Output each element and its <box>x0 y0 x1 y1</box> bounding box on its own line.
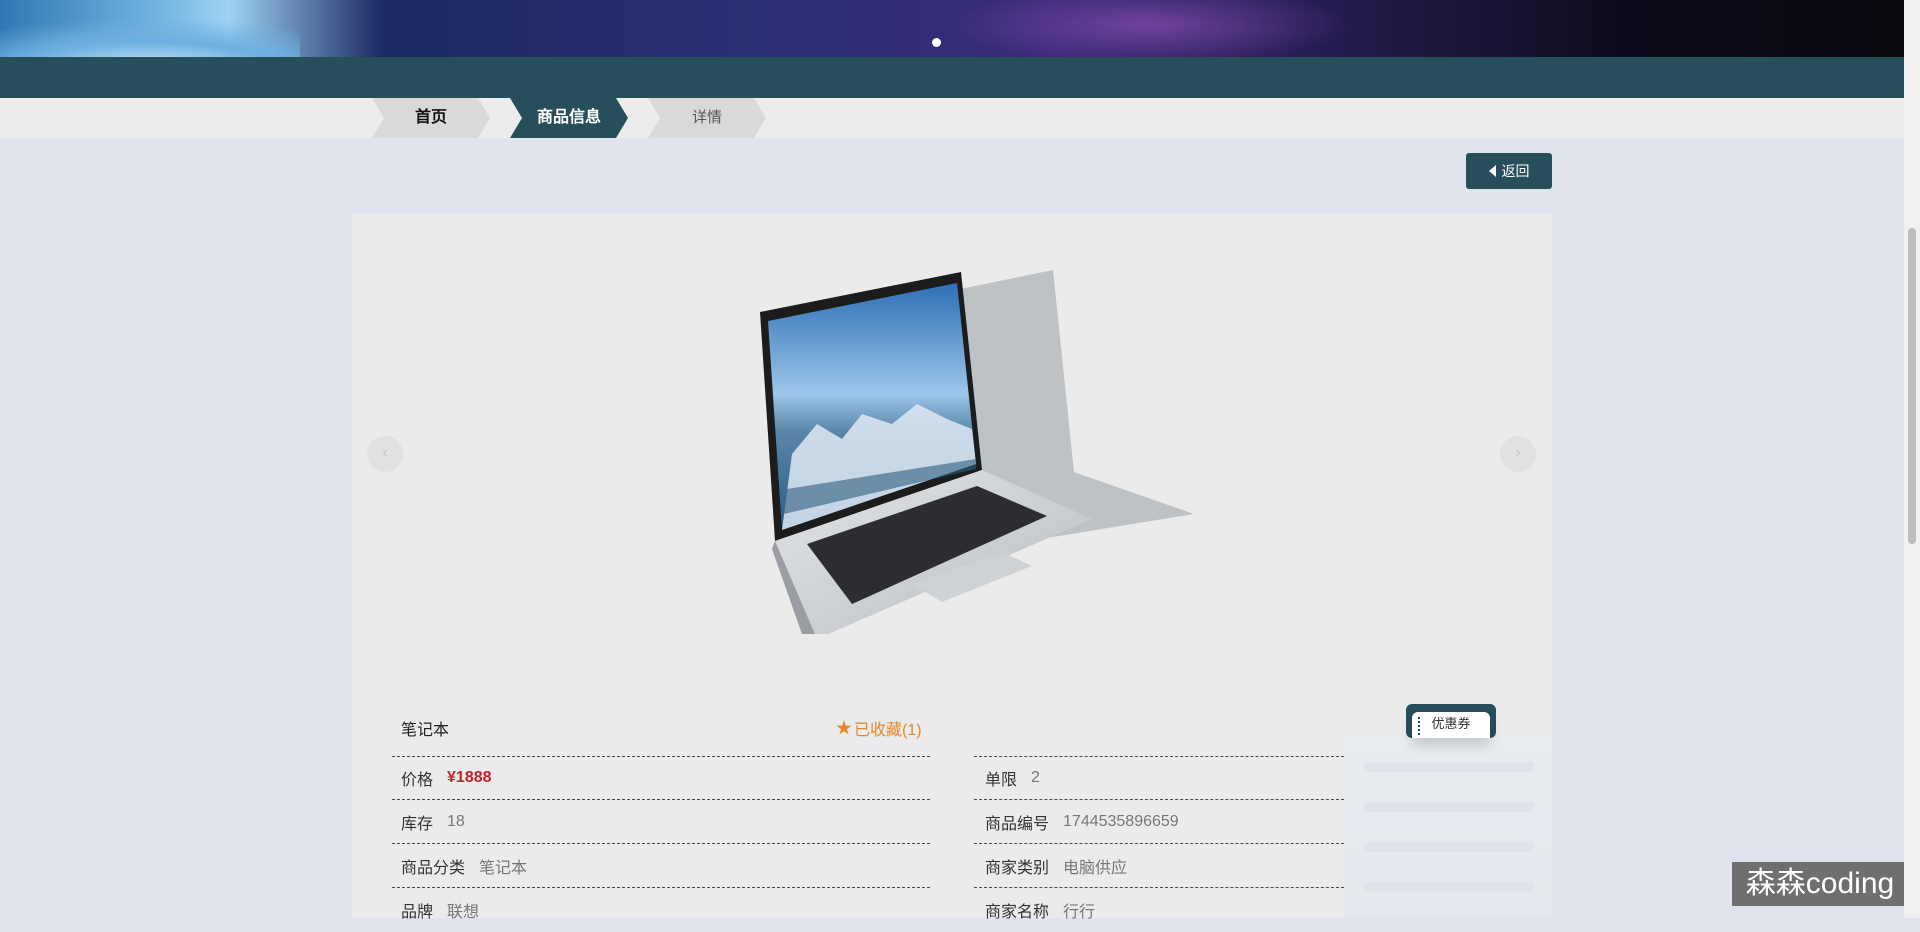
stock-value: 18 <box>447 813 465 830</box>
merchant-type-row: 商家类别 电脑供应 <box>985 844 1127 888</box>
code-row: 商品编号 1744535896659 <box>985 800 1179 844</box>
merchant-name-value: 行行 <box>1063 904 1096 921</box>
main-navbar <box>0 57 1904 98</box>
placeholder-line <box>1364 882 1534 892</box>
divider <box>392 799 930 800</box>
product-title: 笔记本 <box>401 722 450 739</box>
coupon-button[interactable]: 优惠券 <box>1406 704 1496 738</box>
merchant-type-label: 商家类别 <box>985 860 1050 877</box>
breadcrumb: 首页 商品信息 详情 <box>0 98 1904 138</box>
brand-value: 联想 <box>447 904 480 921</box>
carousel-next-button[interactable]: › <box>1500 436 1536 472</box>
coupon-dropdown-backdrop <box>1344 734 1552 918</box>
coupon-label: 优惠券 <box>1412 712 1490 738</box>
category-row: 商品分类 笔记本 <box>401 844 527 888</box>
category-label: 商品分类 <box>401 860 466 877</box>
favorite-button[interactable]: 已收藏(1) <box>836 716 922 740</box>
breadcrumb-home[interactable]: 首页 <box>372 98 490 138</box>
placeholder-line <box>1364 762 1534 772</box>
stock-label: 库存 <box>401 816 434 833</box>
scrollbar-thumb[interactable] <box>1908 228 1916 544</box>
placeholder-line <box>1364 802 1534 812</box>
merchant-type-value: 电脑供应 <box>1063 860 1128 877</box>
code-value: 1744535896659 <box>1063 813 1179 830</box>
page-scrollbar[interactable] <box>1904 0 1920 918</box>
star-icon <box>836 720 852 735</box>
top-banner <box>0 0 1904 57</box>
carousel-indicator-dot[interactable] <box>932 38 941 47</box>
product-detail-card: ‹ › 笔记本 已收藏(1) 优惠券 价格 ¥1888 单限 2 库存 18 商… <box>352 214 1552 921</box>
carousel-prev-button[interactable]: ‹ <box>367 436 403 472</box>
caret-left-icon <box>1488 165 1496 177</box>
brand-row: 品牌 联想 <box>401 888 479 932</box>
price-row: 价格 ¥1888 <box>401 756 492 800</box>
stock-row: 库存 18 <box>401 800 465 844</box>
price-value: ¥1888 <box>447 769 492 786</box>
code-label: 商品编号 <box>985 816 1050 833</box>
brand-label: 品牌 <box>401 904 434 921</box>
watermark: 森森coding <box>1732 862 1908 906</box>
merchant-name-row: 商家名称 行行 <box>985 888 1095 932</box>
back-button-label: 返回 <box>1501 163 1530 179</box>
laptop-image <box>760 270 1192 634</box>
limit-row: 单限 2 <box>985 756 1040 800</box>
price-label: 价格 <box>401 772 434 789</box>
breadcrumb-product-info[interactable]: 商品信息 <box>510 98 628 138</box>
favorite-label: 已收藏(1) <box>854 722 922 739</box>
limit-value: 2 <box>1031 769 1040 786</box>
placeholder-line <box>1364 842 1534 852</box>
breadcrumb-detail: 详情 <box>648 98 766 138</box>
merchant-name-label: 商家名称 <box>985 904 1050 921</box>
limit-label: 单限 <box>985 772 1018 789</box>
category-value: 笔记本 <box>479 860 528 877</box>
back-button[interactable]: 返回 <box>1466 153 1552 189</box>
